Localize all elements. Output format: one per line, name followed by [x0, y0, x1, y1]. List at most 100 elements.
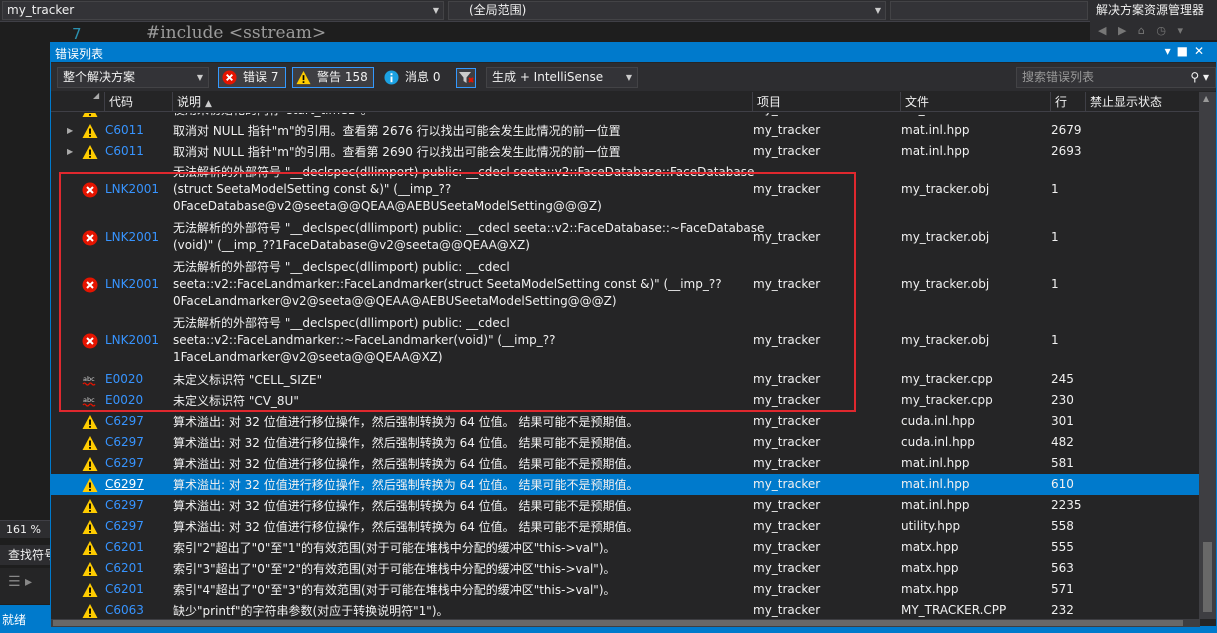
table-row[interactable]: LNK2001 无法解析的外部符号 "__declspec(dllimport) …: [51, 162, 1200, 218]
search-error-list-input[interactable]: 搜索错误列表 ⚲ ▾: [1016, 67, 1216, 88]
error-code-link[interactable]: C6201: [105, 582, 144, 596]
chevron-down-icon: ▼: [432, 6, 439, 15]
messages-count: 消息 0: [405, 70, 441, 84]
line-number: 7: [72, 25, 82, 43]
expand-arrow-icon[interactable]: ▶: [67, 113, 73, 114]
vertical-scroll-thumb[interactable]: [1203, 542, 1212, 612]
error-code-link[interactable]: C6063: [105, 603, 144, 617]
description-line: seeta::v2::FaceLandmarker::~FaceLandmark…: [173, 333, 556, 347]
error-list-grid[interactable]: ▶ C6001 使用未初始化的内存"start_time1"。 my_tracker M…: [51, 113, 1200, 619]
error-code-link[interactable]: C6297: [105, 456, 144, 470]
error-description: 算术溢出: 对 32 位值进行移位操作，然后强制转换为 64 位值。 结果可能不…: [173, 435, 638, 452]
errors-toggle-button[interactable]: 错误 7: [218, 67, 286, 88]
project-combo[interactable]: my_tracker ▼: [2, 1, 444, 20]
error-code-link[interactable]: C6001: [105, 113, 144, 116]
error-code-link[interactable]: LNK2001: [105, 230, 159, 244]
filter-button[interactable]: [456, 68, 476, 88]
error-project: my_tracker: [753, 540, 821, 554]
table-row[interactable]: abc E0020 未定义标识符 "CELL_SIZE" my_tracker my_t…: [51, 369, 1200, 390]
table-row[interactable]: C6297 算术溢出: 对 32 位值进行移位操作，然后强制转换为 64 位值。 …: [51, 495, 1200, 516]
description-line: 索引"3"超出了"0"至"2"的有效范围(对于可能在堆栈中分配的缓冲区"this…: [173, 562, 616, 576]
table-row[interactable]: C6297 算术溢出: 对 32 位值进行移位操作，然后强制转换为 64 位值。 …: [51, 516, 1200, 537]
horizontal-scrollbar[interactable]: [51, 619, 1200, 627]
scope-filter-combo[interactable]: 整个解决方案 ▼: [57, 67, 209, 88]
description-line: 0FaceDatabase@v2@seeta@@QEAA@AEBUSeetaMo…: [173, 199, 602, 213]
build-filter-combo[interactable]: 生成 + IntelliSense ▼: [486, 67, 638, 88]
error-file: cuda.inl.hpp: [901, 414, 975, 428]
error-code-link[interactable]: C6297: [105, 414, 144, 428]
error-code-link[interactable]: E0020: [105, 372, 143, 386]
error-project: my_tracker: [753, 519, 821, 533]
table-row[interactable]: C6297 算术溢出: 对 32 位值进行移位操作，然后强制转换为 64 位值。 …: [51, 432, 1200, 453]
warning-icon: [82, 113, 98, 118]
expand-arrow-icon[interactable]: ▶: [67, 147, 73, 156]
table-row[interactable]: C6201 索引"4"超出了"0"至"3"的有效范围(对于可能在堆栈中分配的缓冲区…: [51, 579, 1200, 600]
header-line[interactable]: 行: [1051, 92, 1086, 112]
error-code-link[interactable]: C6297: [105, 435, 144, 449]
table-row[interactable]: C6201 索引"2"超出了"0"至"1"的有效范围(对于可能在堆栈中分配的缓冲区…: [51, 537, 1200, 558]
error-list-title-bar[interactable]: 错误列表 ▾■✕: [51, 43, 1216, 62]
error-file: mat.inl.hpp: [901, 477, 970, 491]
table-row[interactable]: C6063 缺少"printf"的字符串参数(对应于转换说明符"1")。 my_tr…: [51, 600, 1200, 619]
description-line: seeta::v2::FaceLandmarker::FaceLandmarke…: [173, 277, 722, 291]
header-code[interactable]: 代码: [105, 92, 173, 112]
description-line: 取消对 NULL 指针"m"的引用。查看第 2690 行以找出可能会发生此情况的…: [173, 145, 621, 159]
find-symbol-tab[interactable]: 查找符号: [0, 545, 50, 565]
header-project[interactable]: 项目: [753, 92, 901, 112]
error-code-link[interactable]: C6297: [105, 477, 144, 491]
table-row[interactable]: ▶ C6011 取消对 NULL 指针"m"的引用。查看第 2676 行以找出可能会…: [51, 120, 1200, 141]
header-description[interactable]: 说明 ▲: [173, 92, 753, 112]
table-row[interactable]: ▶ C6001 使用未初始化的内存"start_time1"。 my_tracker M…: [51, 113, 1200, 120]
header-description-label: 说明: [177, 95, 202, 109]
error-list-window: 错误列表 ▾■✕ 整个解决方案 ▼ 错误 7 警告 158 消息 0 生成 + …: [50, 42, 1217, 627]
solution-explorer-toolbar[interactable]: ◀ ▶ ⌂ ◷ ▾: [1098, 24, 1187, 37]
error-line: 2679: [1051, 123, 1082, 137]
description-line: 无法解析的外部符号 "__declspec(dllimport) public:…: [173, 221, 765, 235]
table-row[interactable]: C6297 算术溢出: 对 32 位值进行移位操作，然后强制转换为 64 位值。 …: [51, 411, 1200, 432]
error-code-link[interactable]: C6011: [105, 144, 144, 158]
warning-icon: [82, 435, 98, 451]
error-code-link[interactable]: C6011: [105, 123, 144, 137]
member-combo[interactable]: [890, 1, 1088, 20]
table-row[interactable]: LNK2001 无法解析的外部符号 "__declspec(dllimport) …: [51, 218, 1200, 257]
error-code-link[interactable]: C6201: [105, 540, 144, 554]
error-file: my_tracker.obj: [901, 182, 990, 196]
zoom-level[interactable]: 161 %: [0, 520, 50, 538]
dropdown-icon[interactable]: ▾: [1165, 44, 1177, 58]
error-code-link[interactable]: C6297: [105, 519, 144, 533]
error-code-link[interactable]: C6297: [105, 498, 144, 512]
error-project: my_tracker: [753, 182, 821, 196]
header-suppression[interactable]: 禁止显示状态: [1086, 92, 1200, 112]
error-code-link[interactable]: LNK2001: [105, 277, 159, 291]
table-row[interactable]: abc E0020 未定义标识符 "CV_8U" my_tracker my_track…: [51, 390, 1200, 411]
table-row[interactable]: LNK2001 无法解析的外部符号 "__declspec(dllimport) …: [51, 257, 1200, 313]
error-project: my_tracker: [753, 123, 821, 137]
vertical-scrollbar[interactable]: ▲: [1199, 92, 1216, 619]
error-code-link[interactable]: LNK2001: [105, 333, 159, 347]
error-description: 无法解析的外部符号 "__declspec(dllimport) public:…: [173, 315, 556, 366]
description-line: 使用未初始化的内存"start_time1"。: [173, 113, 373, 119]
error-description: 缺少"printf"的字符串参数(对应于转换说明符"1")。: [173, 603, 449, 619]
table-row[interactable]: C6297 算术溢出: 对 32 位值进行移位操作，然后强制转换为 64 位值。 …: [51, 453, 1200, 474]
description-line: 无法解析的外部符号 "__declspec(dllimport) public:…: [173, 165, 755, 179]
error-code-link[interactable]: C6201: [105, 561, 144, 575]
error-code-link[interactable]: E0020: [105, 393, 143, 407]
scroll-up-icon[interactable]: ▲: [1203, 94, 1209, 103]
warnings-toggle-button[interactable]: 警告 158: [292, 67, 374, 88]
table-row[interactable]: C6297 算术溢出: 对 32 位值进行移位操作，然后强制转换为 64 位值。 …: [51, 474, 1200, 495]
horizontal-scroll-thumb[interactable]: [53, 620, 1183, 626]
maximize-icon[interactable]: ■: [1177, 44, 1194, 58]
expand-arrow-icon[interactable]: ▶: [67, 126, 73, 135]
messages-toggle-button[interactable]: 消息 0: [380, 67, 448, 88]
close-icon[interactable]: ✕: [1194, 44, 1210, 58]
search-icon[interactable]: ⚲ ▾: [1190, 68, 1209, 87]
window-controls[interactable]: ▾■✕: [1165, 44, 1210, 58]
find-toolbar-icon[interactable]: ☰ ▸: [0, 568, 50, 604]
table-row[interactable]: C6201 索引"3"超出了"0"至"2"的有效范围(对于可能在堆栈中分配的缓冲区…: [51, 558, 1200, 579]
header-file[interactable]: 文件: [901, 92, 1051, 112]
table-row[interactable]: ▶ C6011 取消对 NULL 指针"m"的引用。查看第 2690 行以找出可能会…: [51, 141, 1200, 162]
error-code-link[interactable]: LNK2001: [105, 182, 159, 196]
table-row[interactable]: LNK2001 无法解析的外部符号 "__declspec(dllimport) …: [51, 313, 1200, 369]
error-file: cuda.inl.hpp: [901, 435, 975, 449]
scope-combo[interactable]: (全局范围) ▼: [448, 1, 886, 20]
